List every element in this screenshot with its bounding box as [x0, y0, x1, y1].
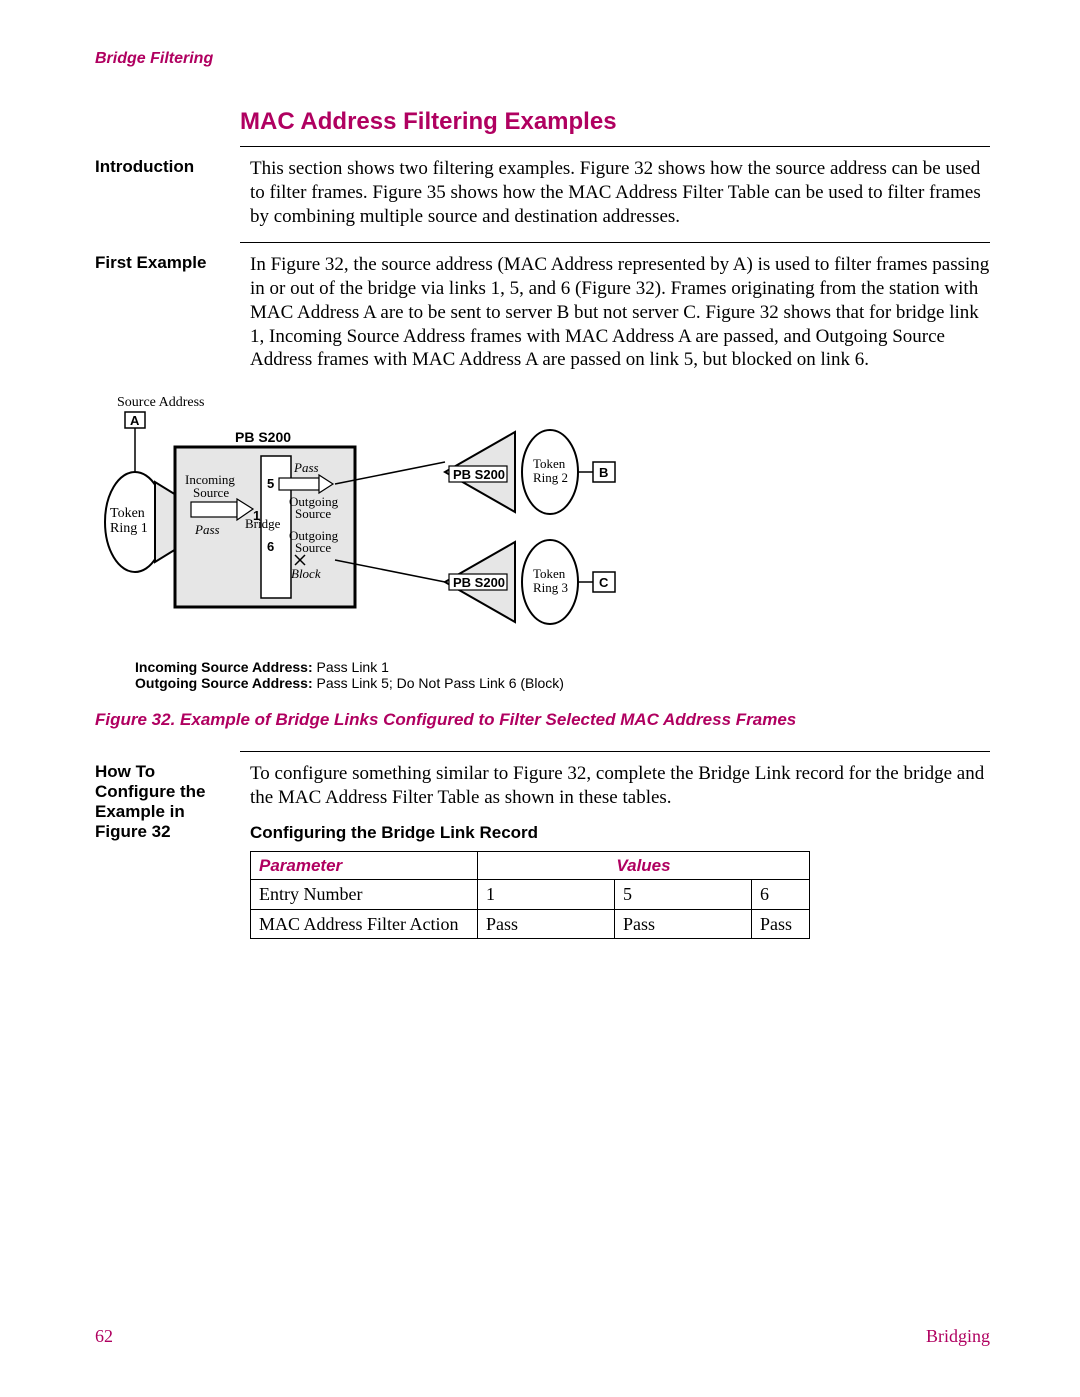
cell-entry-5: 5	[615, 880, 752, 910]
source-address-label: Source Address	[117, 395, 205, 410]
diagram-caption-text: Incoming Source Address: Pass Link 1 Out…	[135, 659, 990, 691]
cell-pass-6: Pass	[752, 909, 810, 939]
cell-pass-1: Pass	[478, 909, 615, 939]
incoming-source-label-2: Source	[193, 485, 229, 500]
block-label: Block	[291, 566, 321, 581]
cell-pass-5: Pass	[615, 909, 752, 939]
running-header: Bridge Filtering	[95, 50, 990, 68]
table-row: Entry Number 1 5 6	[251, 880, 810, 910]
config-heading: Configuring the Bridge Link Record	[250, 822, 990, 843]
token-ring-1-label-1: Token	[110, 506, 145, 521]
cell-entry-number-label: Entry Number	[251, 880, 478, 910]
table-header-row: Parameter Values	[251, 851, 810, 879]
link-5-label: 5	[267, 476, 274, 491]
page: Bridge Filtering MAC Address Filtering E…	[0, 0, 1080, 1397]
text-introduction: This section shows two filtering example…	[250, 157, 990, 228]
incoming-arrow-box	[191, 502, 237, 517]
caption-line-1-bold: Incoming Source Address:	[135, 659, 313, 675]
node-a-label: A	[130, 413, 140, 428]
node-b-label: B	[599, 465, 608, 480]
token-ring-3-label-2: Ring 3	[533, 580, 568, 595]
cell-entry-1: 1	[478, 880, 615, 910]
rule-2	[240, 242, 990, 243]
page-number: 62	[95, 1326, 113, 1347]
title-block: MAC Address Filtering Examples	[240, 108, 990, 136]
node-c-label: C	[599, 575, 609, 590]
caption-line-2-bold: Outgoing Source Address:	[135, 675, 313, 691]
figure-32-caption: Figure 32. Example of Bridge Links Confi…	[95, 709, 990, 731]
content-howto: To configure something similar to Figure…	[250, 762, 990, 939]
token-ring-2-label-1: Token	[533, 456, 566, 471]
footer-section: Bridging	[926, 1326, 990, 1347]
link-6-label: 6	[267, 539, 274, 554]
token-ring-3-label-1: Token	[533, 566, 566, 581]
th-parameter: Parameter	[251, 851, 478, 879]
caption-line-2-text: Pass Link 5; Do Not Pass Link 6 (Block)	[313, 675, 564, 691]
figure-32-diagram: Token Ring 1 Source Address A PB S200 Br…	[95, 392, 990, 731]
pass-2-label: Pass	[293, 460, 319, 475]
label-introduction: Introduction	[95, 157, 250, 228]
label-first-example: First Example	[95, 253, 250, 372]
label-howto: How To Configure the Example in Figure 3…	[95, 762, 250, 939]
cell-entry-6: 6	[752, 880, 810, 910]
cell-mac-filter-label: MAC Address Filter Action	[251, 909, 478, 939]
pb-s200-r1-label: PB S200	[453, 467, 505, 482]
rule-1	[240, 146, 990, 147]
diagram-svg: Token Ring 1 Source Address A PB S200 Br…	[95, 392, 735, 642]
outgoing-5-box	[279, 478, 319, 490]
section-howto: How To Configure the Example in Figure 3…	[95, 762, 990, 939]
section-introduction: Introduction This section shows two filt…	[95, 157, 990, 228]
pb-s200-r2-label: PB S200	[453, 575, 505, 590]
page-footer: 62 Bridging	[95, 1326, 990, 1347]
outgoing-5-label-2: Source	[295, 506, 331, 521]
table-row: MAC Address Filter Action Pass Pass Pass	[251, 909, 810, 939]
text-howto: To configure something similar to Figure…	[250, 762, 990, 810]
rule-3	[240, 751, 990, 752]
token-ring-1-label-2: Ring 1	[110, 521, 148, 536]
caption-line-1-text: Pass Link 1	[313, 659, 389, 675]
pass-1-label: Pass	[194, 522, 220, 537]
outgoing-6-label-2: Source	[295, 540, 331, 555]
token-ring-2-label-2: Ring 2	[533, 470, 568, 485]
text-first-example: In Figure 32, the source address (MAC Ad…	[250, 253, 990, 372]
page-title: MAC Address Filtering Examples	[240, 108, 990, 136]
pb-s200-top-label: PB S200	[235, 429, 291, 445]
bridge-link-table: Parameter Values Entry Number 1 5 6 MAC …	[250, 851, 810, 939]
bridge-label: Bridge	[245, 516, 281, 531]
section-first-example: First Example In Figure 32, the source a…	[95, 253, 990, 372]
th-values: Values	[478, 851, 810, 879]
link-1-label: 1	[253, 508, 260, 523]
